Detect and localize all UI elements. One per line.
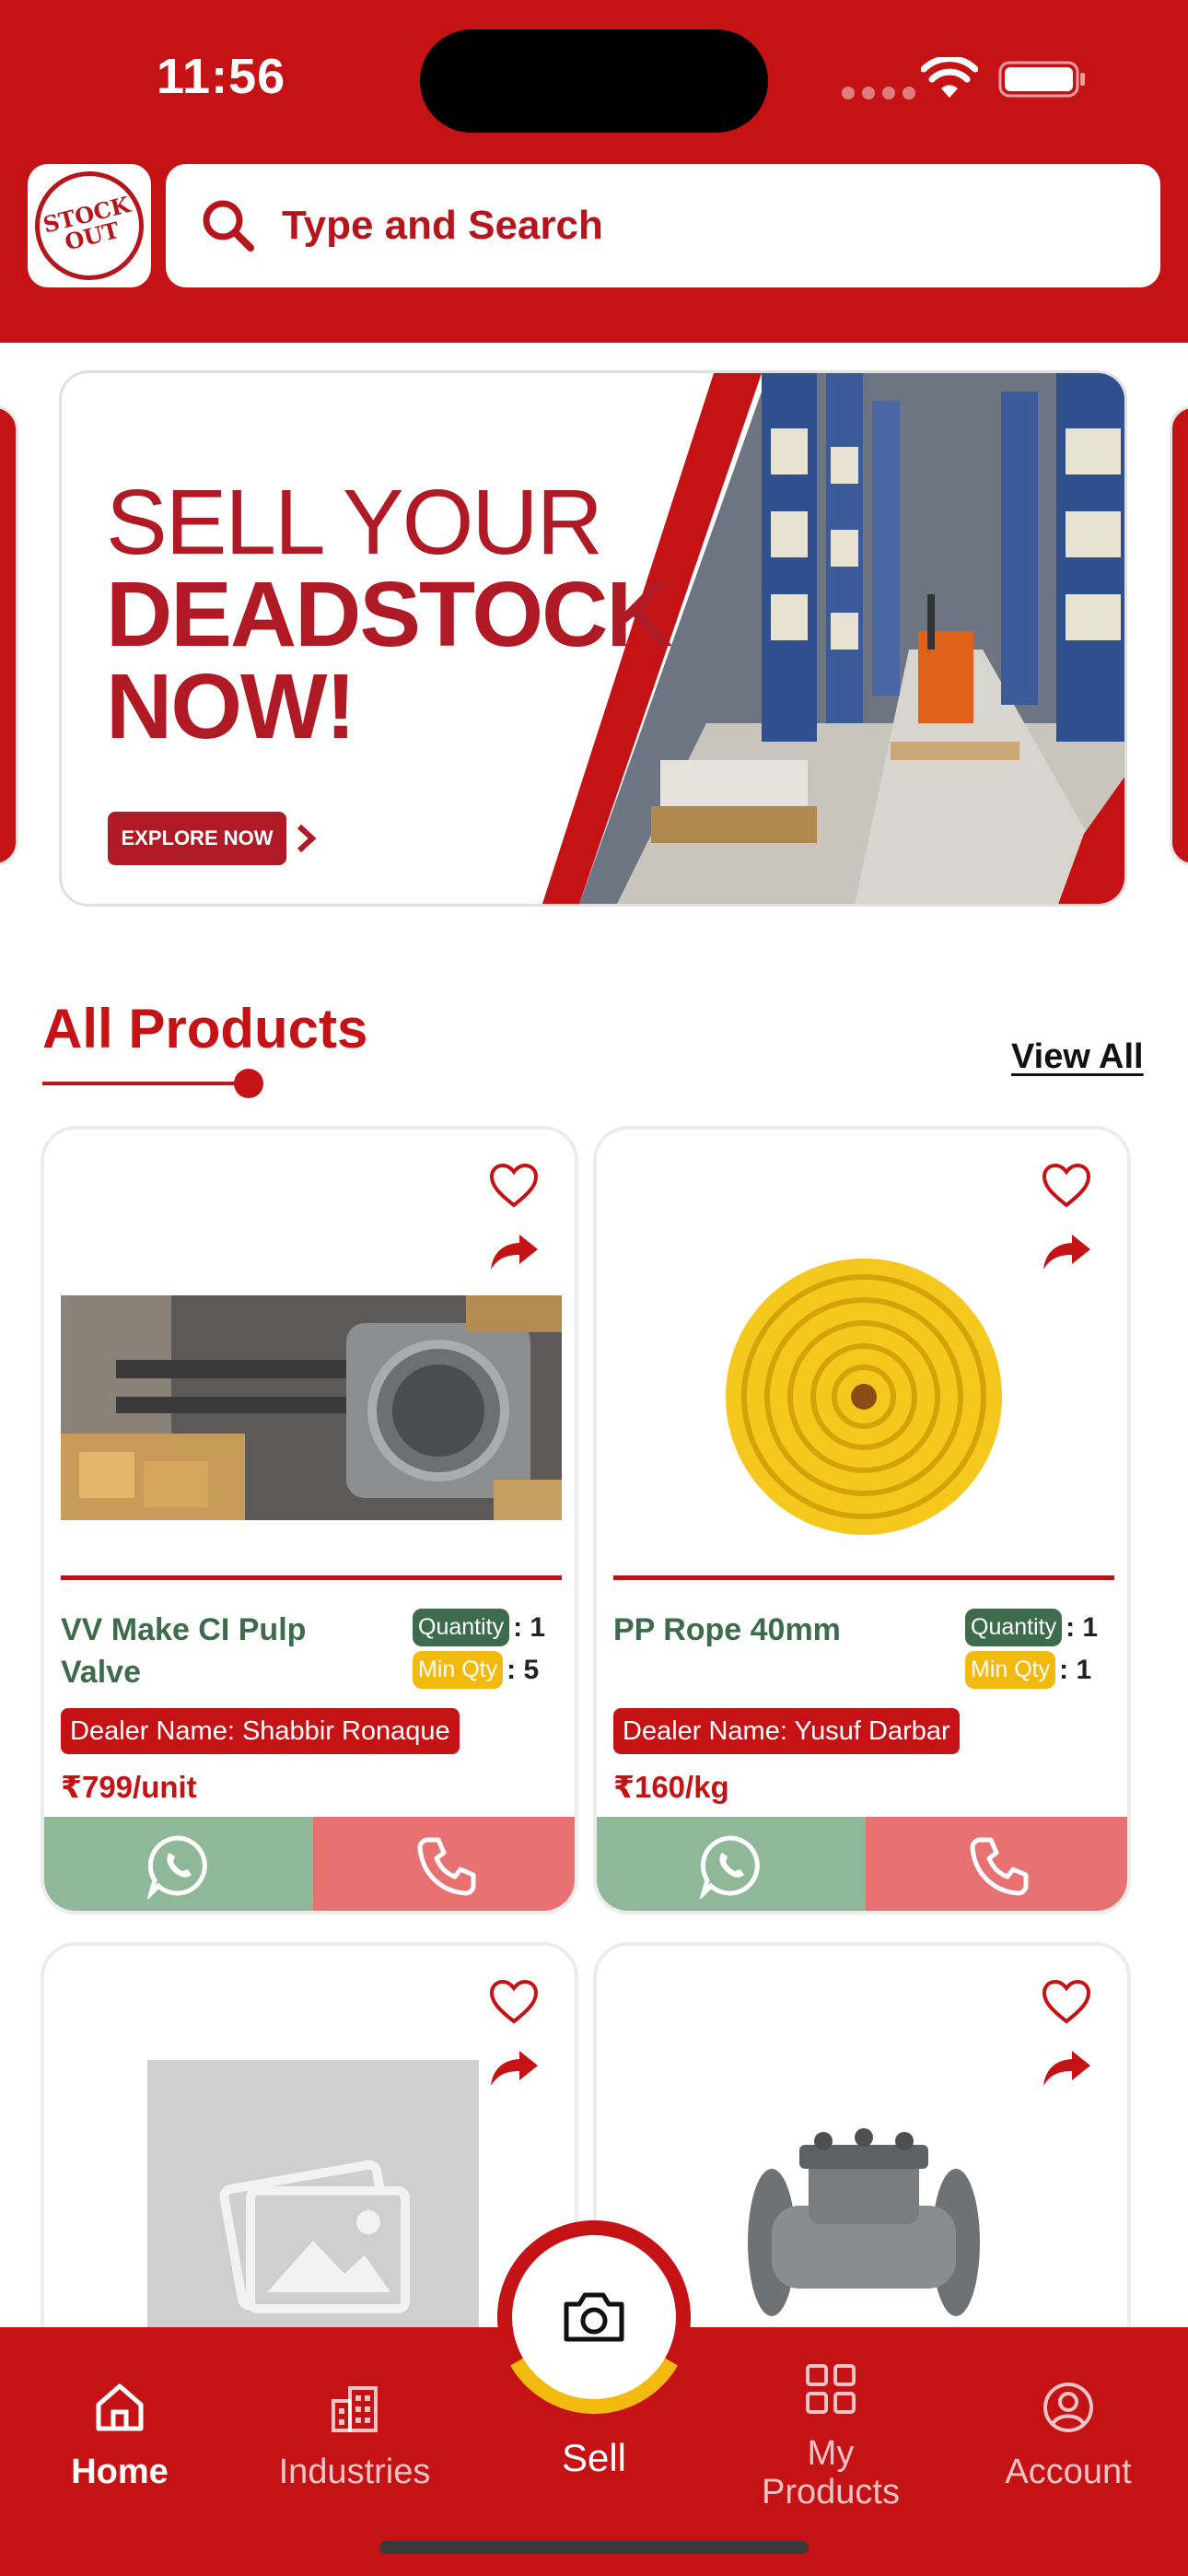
share-icon[interactable]: [1041, 1231, 1092, 1273]
pulp-valve-photo: [61, 1295, 562, 1520]
share-icon[interactable]: [488, 1231, 540, 1273]
section-title: All Products: [42, 998, 368, 1060]
app-logo[interactable]: STOCK OUT: [23, 159, 156, 292]
status-time: 11:56: [157, 49, 286, 104]
share-icon[interactable]: [488, 2047, 540, 2090]
heart-icon[interactable]: [1041, 1163, 1092, 1209]
product-card[interactable]: PP Rope 40mm Quantity : 1 Min Qty : 1 De…: [593, 1126, 1131, 1914]
app-header: 11:56 STOCK OUT Type and Search: [0, 0, 1188, 343]
explore-now-button[interactable]: EXPLORE NOW: [108, 812, 286, 865]
banner-headline: SELL YOUR DEADSTOCK NOW!: [106, 471, 673, 758]
grid-icon: [806, 2364, 856, 2414]
home-icon: [96, 2383, 144, 2431]
whatsapp-button[interactable]: [597, 1817, 866, 1911]
buildings-icon: [332, 2386, 378, 2432]
nav-my-products[interactable]: My Products: [757, 2360, 904, 2512]
battery-icon: [998, 61, 1085, 98]
camera-icon: [564, 2292, 624, 2342]
nav-home[interactable]: Home: [55, 2379, 184, 2491]
min-qty-value: : 1: [1059, 1654, 1092, 1685]
cellular-signal-icon: [842, 87, 915, 100]
promo-banner[interactable]: SELL YOUR DEADSTOCK NOW! EXPLORE NOW: [59, 370, 1127, 907]
heart-icon[interactable]: [1041, 1979, 1092, 2025]
min-qty-row: Min Qty : 1: [965, 1651, 1091, 1689]
nav-industries[interactable]: Industries: [267, 2379, 442, 2491]
yellow-rope-photo: [698, 1240, 1030, 1544]
section-underline: [42, 1082, 249, 1085]
dealer-name-badge: Dealer Name: Shabbir Ronaque: [61, 1708, 460, 1754]
quantity-value: : 1: [513, 1611, 546, 1643]
share-icon[interactable]: [1041, 2047, 1092, 2090]
product-name: VV Make CI Pulp Valve: [61, 1612, 307, 1690]
search-input[interactable]: Type and Search: [166, 164, 1160, 287]
quantity-value: : 1: [1066, 1611, 1099, 1643]
min-qty-badge: Min Qty: [965, 1651, 1056, 1689]
min-qty-badge: Min Qty: [413, 1651, 504, 1689]
quantity-row: Quantity : 1: [413, 1609, 545, 1646]
quantity-row: Quantity : 1: [965, 1609, 1098, 1646]
placeholder-image-icon: [147, 2060, 479, 2355]
call-button[interactable]: [866, 1817, 1127, 1911]
chevron-right-icon: [297, 824, 317, 853]
min-qty-row: Min Qty : 5: [413, 1651, 539, 1689]
heart-icon[interactable]: [488, 1979, 540, 2025]
phone-icon: [417, 1837, 476, 1896]
section-underline-dot: [234, 1069, 263, 1098]
card-divider: [613, 1575, 1114, 1580]
product-price: ₹799/unit: [61, 1770, 197, 1804]
heart-icon[interactable]: [488, 1163, 540, 1209]
product-name: PP Rope 40mm: [613, 1612, 841, 1647]
whatsapp-button[interactable]: [44, 1817, 313, 1911]
search-placeholder: Type and Search: [282, 203, 603, 248]
dealer-name-badge: Dealer Name: Yusuf Darbar: [613, 1708, 960, 1754]
account-icon: [1043, 2383, 1093, 2432]
wifi-icon: [921, 57, 978, 98]
home-indicator: [379, 2541, 809, 2554]
check-valve-photo: [735, 2104, 993, 2344]
phone-icon: [970, 1837, 1029, 1896]
card-divider: [61, 1575, 562, 1580]
dynamic-island: [420, 29, 768, 133]
quantity-badge: Quantity: [413, 1609, 510, 1646]
view-all-link[interactable]: View All: [1011, 1037, 1144, 1077]
sell-button[interactable]: [497, 2220, 691, 2414]
whatsapp-icon: [146, 1835, 207, 1899]
whatsapp-icon: [699, 1835, 760, 1899]
carousel-next-slide[interactable]: [1170, 405, 1188, 866]
sell-label: Sell: [561, 2436, 627, 2479]
carousel-prev-slide[interactable]: [0, 405, 18, 866]
call-button[interactable]: [313, 1817, 575, 1911]
nav-account[interactable]: Account: [995, 2379, 1142, 2491]
min-qty-value: : 5: [507, 1654, 540, 1685]
product-card[interactable]: VV Make CI Pulp Valve Quantity : 1 Min Q…: [41, 1126, 578, 1914]
product-price: ₹160/kg: [613, 1770, 729, 1804]
search-icon: [203, 200, 254, 252]
quantity-badge: Quantity: [965, 1609, 1063, 1646]
